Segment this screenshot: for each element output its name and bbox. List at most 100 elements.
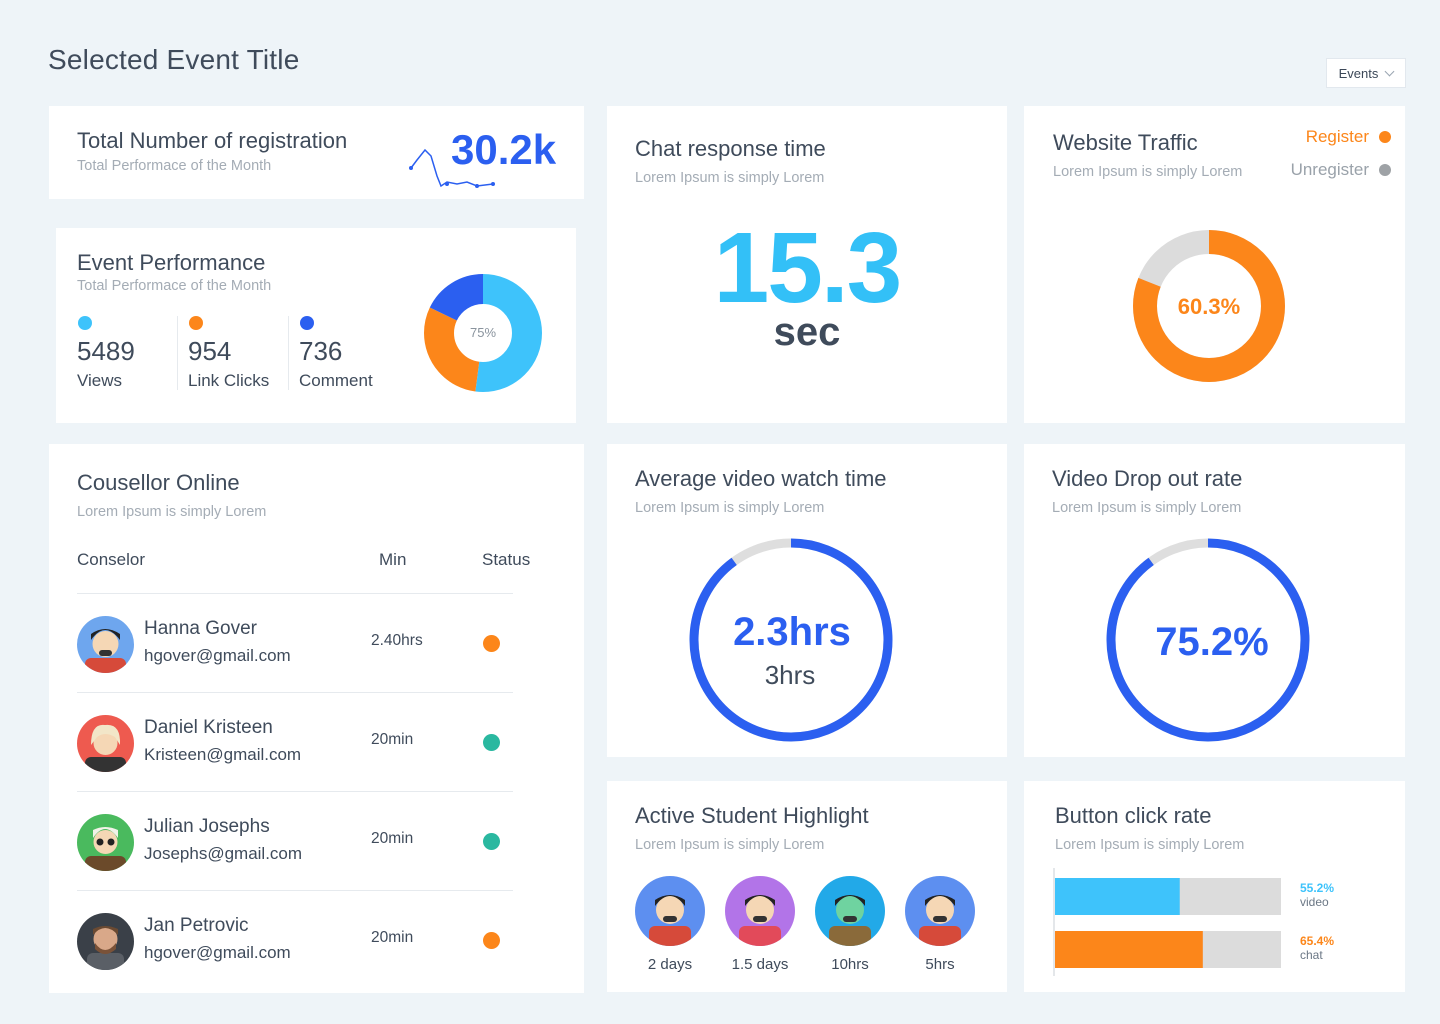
chat-response-title: Chat response time: [635, 136, 826, 161]
video-drop-value: 75.2%: [1155, 620, 1269, 664]
link-clicks-dot: [189, 316, 203, 330]
legend-unregister-dot: [1379, 164, 1391, 176]
counsellor-name: Jan Petrovic: [144, 915, 249, 936]
table-row[interactable]: Julian Josephs Josephs@gmail.com 20min: [77, 791, 513, 890]
avatar: [635, 876, 705, 946]
bar-value-chat: 65.4%: [1300, 934, 1335, 948]
chat-response-card: Chat response time Lorem Ipsum is simply…: [607, 106, 1007, 423]
link-clicks-label: Link Clicks: [188, 371, 270, 390]
status-dot: [483, 932, 500, 949]
chat-response-subtitle: Lorem Ipsum is simply Lorem: [635, 170, 825, 186]
bar-label-chat: 65.4% chat: [1300, 934, 1334, 962]
website-traffic-center: 60.3%: [1178, 294, 1240, 319]
legend-unregister: Unregister: [1291, 160, 1391, 180]
student-item[interactable]: 10hrs: [805, 876, 895, 973]
status-dot: [483, 635, 500, 652]
donut-center-label: 75%: [470, 325, 496, 340]
event-performance-title: Event Performance: [77, 250, 266, 275]
comment-value: 736: [299, 336, 343, 366]
registration-value: 30.2k: [451, 126, 557, 173]
student-item[interactable]: 5hrs: [895, 876, 985, 973]
bar-value-video: 55.2%: [1300, 881, 1335, 895]
header-status: Status: [482, 550, 531, 569]
avatar: [905, 876, 975, 946]
counsellor-name: Daniel Kristeen: [144, 717, 273, 738]
counsellor-name: Julian Josephs: [144, 816, 270, 837]
header-min: Min: [379, 550, 407, 569]
student-label: 5hrs: [925, 956, 955, 973]
legend-register-label: Register: [1305, 127, 1369, 146]
registration-card: Total Number of registration Total Perfo…: [49, 106, 584, 199]
button-click-subtitle: Lorem Ipsum is simply Lorem: [1055, 837, 1245, 853]
event-performance-subtitle: Total Performace of the Month: [77, 278, 272, 294]
counsellor-email: Kristeen@gmail.com: [144, 745, 302, 764]
bar-category-video: video: [1300, 895, 1329, 909]
active-students-card: Active Student Highlight Lorem Ipsum is …: [607, 781, 1007, 992]
stat-link-clicks: 954 Link Clicks: [177, 316, 277, 390]
registration-title: Total Number of registration: [77, 128, 348, 153]
avg-video-subtitle: Lorem Ipsum is simply Lorem: [635, 500, 825, 516]
counsellor-min: 2.40hrs: [371, 632, 423, 649]
bar-video: [1055, 878, 1180, 915]
button-click-chart: [1053, 868, 1281, 976]
button-click-title: Button click rate: [1055, 803, 1212, 828]
avatar: [77, 715, 134, 772]
comment-dot: [300, 316, 314, 330]
avatar: [725, 876, 795, 946]
stat-views: 5489 Views: [77, 316, 177, 390]
counsellor-title: Cousellor Online: [77, 470, 240, 495]
student-label: 2 days: [647, 956, 693, 973]
student-item[interactable]: 1.5 days: [715, 876, 805, 973]
events-dropdown-label: Events: [1338, 65, 1379, 81]
counsellor-email: hgover@gmail.com: [144, 943, 291, 962]
views-dot: [78, 316, 92, 330]
table-row[interactable]: Hanna Gover hgover@gmail.com 2.40hrs: [77, 593, 513, 692]
event-performance-donut: 75%: [424, 274, 542, 392]
table-row[interactable]: Daniel Kristeen Kristeen@gmail.com 20min: [77, 692, 513, 791]
bar-chat: [1055, 931, 1203, 968]
table-row[interactable]: Jan Petrovic hgover@gmail.com 20min: [77, 890, 513, 989]
bar-category-chat: chat: [1300, 948, 1323, 962]
counsellor-name: Hanna Gover: [144, 618, 258, 639]
avatar: [77, 814, 134, 871]
stat-comment: 736 Comment: [288, 316, 388, 390]
chat-response-value: 15.3: [713, 212, 903, 324]
chevron-down-icon: [1384, 66, 1395, 76]
counsellor-card: Cousellor Online Lorem Ipsum is simply L…: [49, 444, 584, 993]
website-traffic-card: Website Traffic Lorem Ipsum is simply Lo…: [1024, 106, 1405, 423]
counsellor-min: 20min: [371, 731, 414, 748]
avg-video-card: Average video watch time Lorem Ipsum is …: [607, 444, 1007, 757]
active-students-subtitle: Lorem Ipsum is simply Lorem: [635, 837, 825, 853]
bar-label-video: 55.2% video: [1300, 881, 1334, 909]
event-performance-card: Event Performance Total Performace of th…: [56, 228, 576, 423]
counsellor-email: Josephs@gmail.com: [144, 844, 303, 863]
events-dropdown[interactable]: Events: [1326, 58, 1406, 88]
student-label: 1.5 days: [731, 956, 789, 973]
video-drop-subtitle: Lorem Ipsum is simply Lorem: [1052, 500, 1242, 516]
legend-unregister-label: Unregister: [1290, 160, 1369, 179]
status-dot: [483, 734, 500, 751]
views-label: Views: [77, 371, 123, 390]
legend-register: Register: [1306, 127, 1391, 147]
comment-label: Comment: [299, 371, 373, 390]
student-item[interactable]: 2 days: [625, 876, 715, 973]
link-clicks-value: 954: [188, 336, 232, 366]
avatar: [77, 913, 134, 970]
video-drop-card: Video Drop out rate Lorem Ipsum is simpl…: [1024, 444, 1405, 757]
header-conselor: Conselor: [77, 550, 146, 569]
website-traffic-donut: 60.3%: [1133, 230, 1285, 382]
video-drop-title: Video Drop out rate: [1052, 466, 1243, 491]
chat-response-unit: sec: [773, 310, 841, 354]
counsellor-email: hgover@gmail.com: [144, 646, 291, 665]
avg-video-value: 2.3hrs: [733, 610, 851, 654]
button-click-card: Button click rate Lorem Ipsum is simply …: [1024, 781, 1405, 992]
avatar: [815, 876, 885, 946]
counsellor-min: 20min: [371, 929, 414, 946]
avg-video-total: 3hrs: [764, 660, 816, 690]
avatar: [77, 616, 134, 673]
website-traffic-title: Website Traffic: [1053, 130, 1198, 155]
active-students-title: Active Student Highlight: [635, 803, 869, 828]
counsellor-subtitle: Lorem Ipsum is simply Lorem: [77, 504, 267, 520]
website-traffic-subtitle: Lorem Ipsum is simply Lorem: [1053, 164, 1243, 180]
legend-register-dot: [1379, 131, 1391, 143]
